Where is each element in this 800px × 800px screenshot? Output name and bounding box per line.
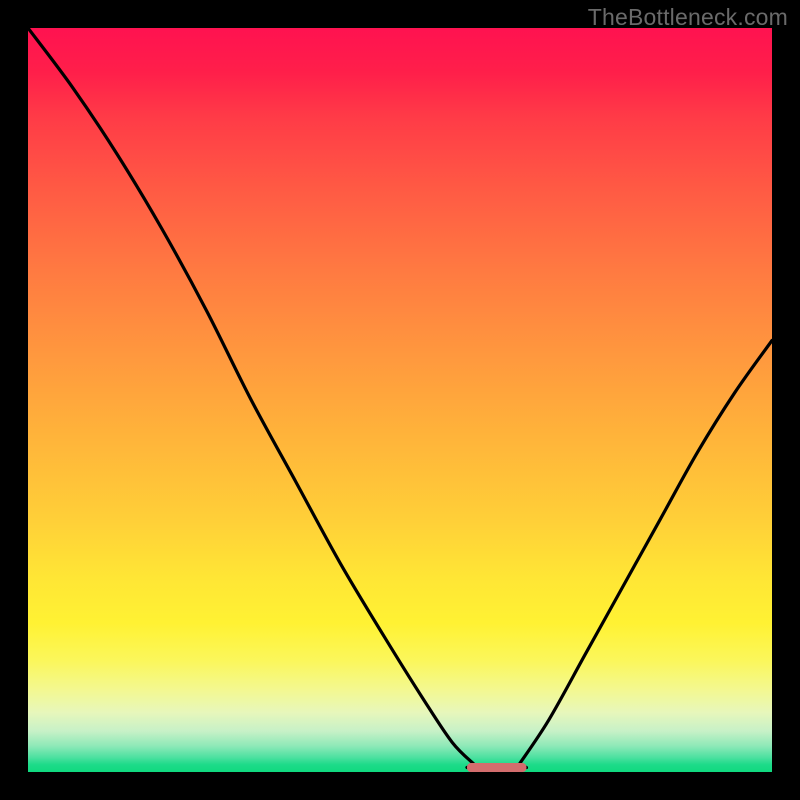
- curve-layer: [28, 28, 772, 772]
- watermark-text: TheBottleneck.com: [588, 4, 788, 31]
- bottleneck-curve: [28, 28, 772, 768]
- optimal-marker: [467, 763, 527, 772]
- chart-frame: TheBottleneck.com: [0, 0, 800, 800]
- plot-area: [28, 28, 772, 772]
